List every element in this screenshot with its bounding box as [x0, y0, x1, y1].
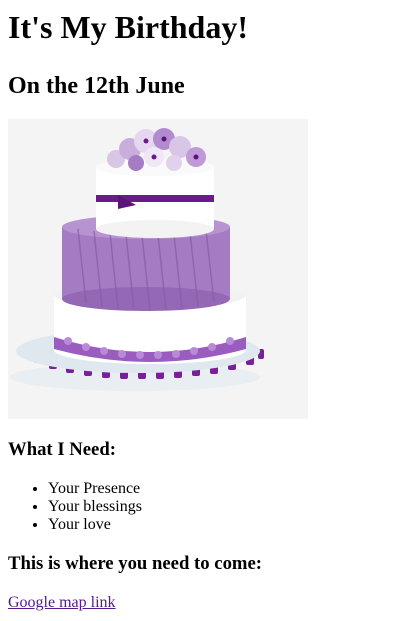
google-map-link[interactable]: Google map link: [8, 594, 116, 612]
list-item: Your love: [48, 516, 408, 534]
cake-image: [8, 119, 308, 419]
location-heading: This is where you need to come:: [8, 553, 262, 574]
page-title: It's My Birthday!: [8, 9, 248, 45]
needs-list: Your Presence Your blessings Your love: [8, 480, 408, 534]
list-item: Your Presence: [48, 480, 408, 498]
cake-illustration: [10, 128, 264, 391]
needs-heading: What I Need:: [8, 439, 116, 460]
date-heading: On the 12th June: [8, 73, 185, 99]
page-content: It's My Birthday! On the 12th June What …: [0, 0, 416, 612]
list-item: Your blessings: [48, 498, 408, 516]
